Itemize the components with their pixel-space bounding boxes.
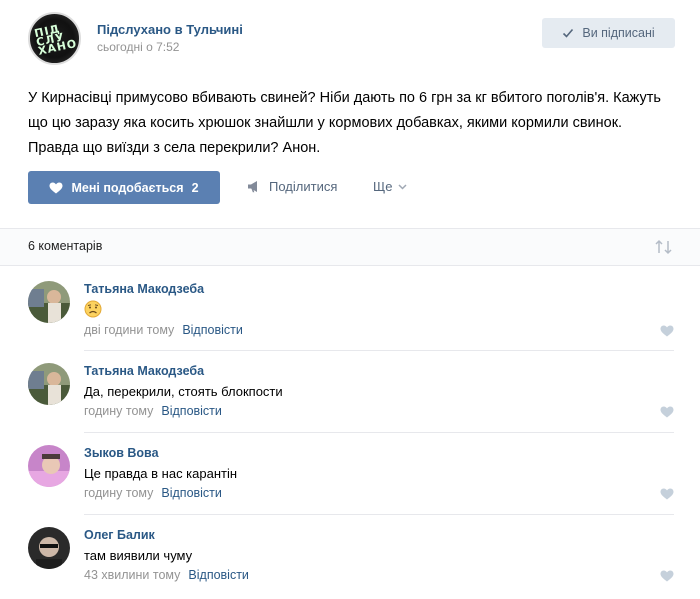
comment-meta: годину тому Відповісти: [84, 404, 222, 418]
comment-meta: годину тому Відповісти: [84, 486, 222, 500]
comment-divider: [84, 514, 674, 515]
comment-avatar[interactable]: [28, 363, 70, 405]
like-button[interactable]: Мені подобається 2: [28, 171, 220, 204]
comment-meta: дві години тому Відповісти: [84, 323, 243, 337]
comment-text: Да, перекрили, стоять блокпости: [84, 384, 283, 399]
megaphone-icon: [248, 181, 257, 193]
comment-author[interactable]: Зыков Вова: [84, 446, 159, 460]
heart-icon: [49, 182, 63, 193]
post-time[interactable]: сьогодні о 7:52: [97, 40, 179, 54]
sort-icon[interactable]: [654, 239, 674, 255]
avatar-photo: [28, 363, 70, 405]
comment-meta: 43 хвилини тому Відповісти: [84, 568, 249, 582]
more-button[interactable]: Ще: [373, 179, 407, 194]
heart-icon[interactable]: [660, 488, 674, 500]
share-button[interactable]: Поділитися: [247, 179, 337, 194]
reply-link[interactable]: Відповісти: [188, 568, 249, 582]
avatar-photo: [28, 281, 70, 323]
more-label: Ще: [373, 179, 393, 194]
comment-item: Олег Балик там виявили чуму 43 хвилини т…: [0, 517, 700, 597]
sad-face-icon: [84, 300, 102, 318]
heart-icon[interactable]: [660, 325, 674, 337]
reply-link[interactable]: Відповісти: [182, 323, 243, 337]
reply-link[interactable]: Відповісти: [161, 404, 222, 418]
comment-item: Зыков Вова Це правда в нас карантін годи…: [0, 435, 700, 515]
comment-author[interactable]: Олег Балик: [84, 528, 155, 542]
subscribed-button[interactable]: Ви підписані: [542, 18, 675, 48]
post-actions: Мені подобається 2 Поділитися Ще: [0, 171, 700, 205]
comment-text: там виявили чуму: [84, 548, 193, 563]
heart-icon[interactable]: [660, 570, 674, 582]
group-avatar[interactable]: ПІД СЛУ ХАНО: [28, 12, 81, 65]
comment-item: Татьяна Макодзеба Да, перекрили, стоять …: [0, 353, 700, 433]
post-header: ПІД СЛУ ХАНО Підслухано в Тульчині сього…: [0, 0, 700, 75]
comments-count: 6 коментарів: [28, 239, 103, 253]
comment-time[interactable]: дві години тому: [84, 323, 174, 337]
comment-item: Татьяна Макодзеба дві години тому Відпові…: [0, 271, 700, 351]
comment-time[interactable]: 43 хвилини тому: [84, 568, 180, 582]
heart-icon[interactable]: [660, 406, 674, 418]
comment-text: [84, 300, 102, 318]
share-label: Поділитися: [269, 179, 338, 194]
avatar-photo: [28, 527, 70, 569]
comment-time[interactable]: годину тому: [84, 404, 153, 418]
like-count: 2: [191, 180, 199, 195]
comment-time[interactable]: годину тому: [84, 486, 153, 500]
comments-header: 6 коментарів: [0, 228, 700, 266]
post-text: У Кирнасівці примусово вбивають свиней? …: [28, 90, 661, 156]
reply-link[interactable]: Відповісти: [161, 486, 222, 500]
chevron-down-icon: [398, 183, 407, 190]
subscribed-label: Ви підписані: [582, 26, 655, 40]
comment-avatar[interactable]: [28, 527, 70, 569]
comment-divider: [84, 350, 674, 351]
avatar-photo: [28, 445, 70, 487]
group-name-link[interactable]: Підслухано в Тульчині: [97, 22, 243, 37]
comment-text: Це правда в нас карантін: [84, 466, 238, 481]
comment-author[interactable]: Татьяна Макодзеба: [84, 282, 204, 296]
group-logo: ПІД СЛУ ХАНО: [33, 22, 79, 58]
comment-divider: [84, 432, 674, 433]
comment-avatar[interactable]: [28, 445, 70, 487]
check-icon: [563, 28, 574, 38]
comment-author[interactable]: Татьяна Макодзеба: [84, 364, 204, 378]
comment-avatar[interactable]: [28, 281, 70, 323]
like-label: Мені подобається: [71, 180, 184, 195]
